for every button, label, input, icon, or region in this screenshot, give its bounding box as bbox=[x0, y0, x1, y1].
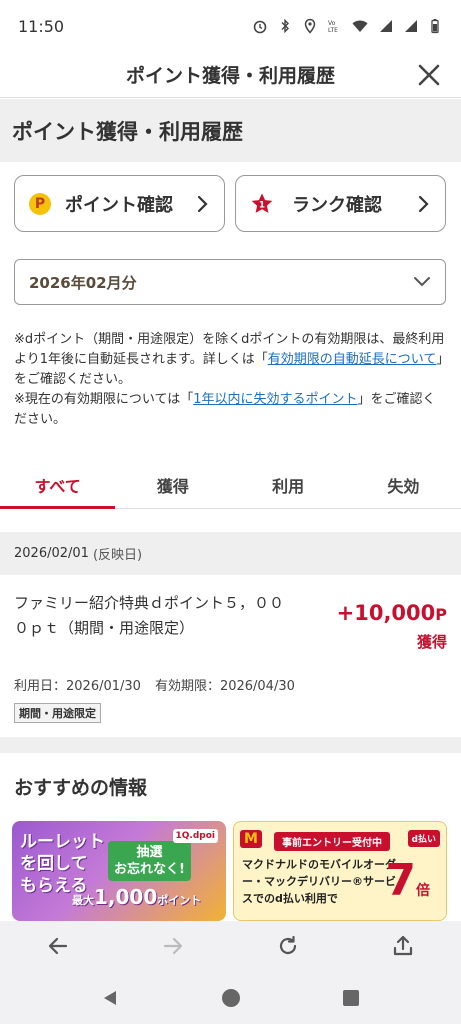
alarm-icon bbox=[253, 20, 267, 34]
expiring-points-link[interactable]: 1年以内に失効するポイント bbox=[193, 392, 357, 407]
entry-expiry: 有効期限：2026/04/30 bbox=[154, 679, 295, 694]
entry-badge: 期間・用途限定 bbox=[14, 703, 101, 723]
entry-use-date: 利用日：2026/01/30 bbox=[14, 679, 141, 694]
note-1: ※dポイント（期間・用途限定）を除くdポイントの有効期限は、最終利用より1年後に… bbox=[14, 332, 445, 387]
back-arrow-icon[interactable] bbox=[46, 934, 70, 958]
chevron-right-icon bbox=[197, 195, 208, 213]
banner-entry-badge: 事前エントリー受付中 bbox=[274, 832, 390, 851]
entry-title: ファミリー紹介特典ｄポイント５，０００ｐｔ（期間・用途限定） bbox=[14, 594, 285, 637]
entry-amount-value: +10,000 bbox=[336, 601, 436, 625]
nav-recents-icon[interactable] bbox=[341, 988, 361, 1008]
battery-icon bbox=[431, 19, 439, 34]
signal-icon-2 bbox=[405, 20, 417, 32]
recommend-heading: おすすめの情報 bbox=[14, 777, 148, 799]
tab-earned[interactable]: 獲得 bbox=[115, 461, 230, 508]
entry-amount-unit: P bbox=[435, 605, 447, 624]
location-icon bbox=[304, 18, 316, 34]
chevron-down-icon bbox=[414, 277, 430, 287]
reload-icon[interactable] bbox=[276, 934, 300, 958]
section-divider bbox=[0, 737, 461, 753]
entry-kind: 獲得 bbox=[416, 633, 447, 651]
bluetooth-icon bbox=[281, 18, 289, 34]
svg-text:LTE: LTE bbox=[328, 27, 338, 34]
mcdonalds-logo-icon: M bbox=[240, 830, 262, 848]
banner-multiplier: 7倍 bbox=[385, 855, 430, 906]
notes: ※dポイント（期間・用途限定）を除くdポイントの有効期限は、最終利用より1年後に… bbox=[14, 330, 446, 430]
forward-arrow-icon[interactable] bbox=[161, 934, 185, 958]
browser-toolbar bbox=[0, 921, 461, 971]
status-bar: 11:50 Vo LTE bbox=[0, 0, 461, 52]
share-icon[interactable] bbox=[391, 934, 415, 958]
status-icons: Vo LTE bbox=[252, 18, 443, 34]
volte-icon: VoLTE bbox=[328, 20, 338, 34]
rank-star-number: 1 bbox=[259, 200, 265, 210]
rank-confirm-label: ランク確認 bbox=[292, 194, 382, 216]
point-coin-icon: P bbox=[29, 192, 51, 215]
dpay-logo-icon: d払い bbox=[407, 830, 440, 847]
point-confirm-button[interactable]: P ポイント確認 bbox=[14, 175, 225, 232]
history-entry: ファミリー紹介特典ｄポイント５，０００ｐｔ（期間・用途限定） +10,000P … bbox=[0, 575, 461, 737]
rank-confirm-button[interactable]: 1 ランク確認 bbox=[235, 175, 446, 232]
month-select[interactable]: 2026年02月分 bbox=[14, 259, 446, 305]
banner-logo: 1Q.dpoi bbox=[172, 829, 218, 843]
svg-text:Vo: Vo bbox=[328, 20, 336, 27]
banner-max-points: 最大1,000ポイント bbox=[72, 885, 202, 909]
history-tabs: すべて 獲得 利用 失効 bbox=[0, 461, 461, 509]
banner-mcdonalds-text: マクドナルドのモバイルオーダー・マックデリバリー®サービスでのd払い利用で bbox=[242, 858, 396, 905]
auto-extension-link[interactable]: 有効期限の自動延長について bbox=[268, 352, 437, 367]
system-nav-bar bbox=[0, 971, 461, 1024]
date-header-note: (反映日) bbox=[92, 548, 143, 563]
entry-dates: 利用日：2026/01/30 有効期限：2026/04/30 bbox=[14, 675, 295, 694]
mcdonalds-banner[interactable]: M 事前エントリー受付中 d払い マクドナルドのモバイルオーダー・マックデリバリ… bbox=[233, 821, 447, 921]
roulette-banner[interactable]: ルーレット を回して もらえる 抽選 お忘れなく! 最大1,000ポイント 1Q… bbox=[12, 821, 226, 921]
tab-all[interactable]: すべて bbox=[0, 461, 116, 509]
date-header: 2026/02/01 (反映日) bbox=[0, 532, 461, 575]
rank-star-icon: 1 bbox=[251, 193, 273, 213]
wifi-icon bbox=[352, 20, 368, 32]
page-title: ポイント獲得・利用履歴 bbox=[0, 99, 461, 162]
signal-icon bbox=[380, 20, 392, 32]
entry-amount: +10,000P bbox=[337, 601, 447, 625]
banner-lottery-badge: 抽選 お忘れなく! bbox=[108, 841, 191, 881]
nav-home-icon[interactable] bbox=[221, 988, 241, 1008]
tab-used[interactable]: 利用 bbox=[231, 461, 346, 508]
window-title: ポイント獲得・利用履歴 bbox=[125, 65, 335, 87]
point-confirm-label: ポイント確認 bbox=[65, 194, 173, 216]
note-2: ※現在の有効期限については「1年以内に失効するポイント」をご確認ください。 bbox=[14, 392, 436, 427]
titlebar: ポイント獲得・利用履歴 bbox=[0, 52, 461, 98]
nav-back-icon[interactable] bbox=[101, 988, 121, 1008]
month-select-value: 2026年02月分 bbox=[29, 273, 137, 292]
tab-expired[interactable]: 失効 bbox=[346, 461, 461, 508]
status-time: 11:50 bbox=[18, 16, 65, 36]
chevron-right-icon bbox=[418, 195, 429, 213]
date-header-date: 2026/02/01 bbox=[14, 546, 89, 561]
close-icon[interactable] bbox=[415, 61, 443, 89]
